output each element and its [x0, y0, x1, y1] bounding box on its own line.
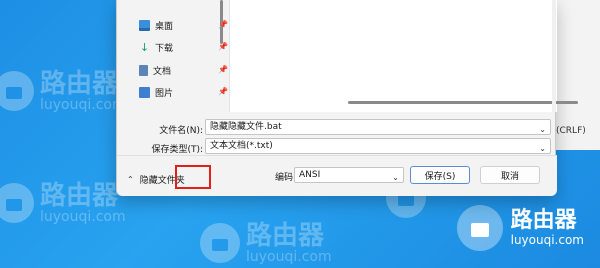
file-type-value: 文本文档(*.txt) [210, 141, 273, 151]
sidebar-item-label: 桌面 [155, 21, 174, 32]
watermark-site: luyouqi.com [40, 97, 126, 113]
navigation-pane: 桌面 📌 ↓ 下载 📌 文档 📌 图片 📌 [117, 0, 229, 112]
encoding-highlight-box [175, 165, 211, 189]
watermark-lock-icon [200, 223, 240, 263]
file-type-select[interactable]: 文本文档(*.txt) ⌄ [205, 138, 551, 154]
picture-icon [139, 86, 150, 98]
chevron-down-icon[interactable]: ⌄ [392, 171, 399, 185]
pin-icon: 📌 [218, 20, 228, 29]
sidebar-item-label: 文档 [153, 66, 172, 77]
pin-icon: 📌 [218, 65, 228, 74]
filename-input[interactable]: 隐藏隐藏文件.bat ⌄ [205, 119, 551, 135]
cancel-button[interactable]: 取消 [480, 166, 540, 184]
encoding-value: ANSI [299, 170, 321, 180]
document-icon [139, 64, 148, 76]
vertical-scrollbar[interactable] [552, 0, 556, 112]
sidebar-item-downloads[interactable]: ↓ 下载 📌 [139, 38, 228, 56]
line-ending-status: (CRLF) [556, 126, 586, 136]
file-list[interactable] [229, 0, 578, 112]
desktop-icon [139, 19, 150, 31]
download-icon: ↓ [139, 40, 150, 54]
pin-icon: 📌 [218, 42, 228, 51]
chevron-up-icon: ⌃ [127, 175, 134, 184]
file-type-label: 保存类型(T): [151, 145, 203, 155]
sidebar-item-label: 下载 [155, 43, 174, 54]
encoding-label: 编码: [275, 173, 297, 183]
sidebar-item-desktop[interactable]: 桌面 📌 [139, 16, 228, 34]
filename-label: 文件名(N): [159, 126, 203, 136]
chevron-down-icon[interactable]: ⌄ [539, 123, 546, 137]
pin-icon: 📌 [218, 87, 228, 96]
sidebar-item-pictures[interactable]: 图片 📌 [139, 83, 228, 101]
watermark-brand: 路由器 [40, 69, 119, 99]
save-button[interactable]: 保存(S) [410, 166, 470, 184]
watermark-site: luyouqi.com [246, 249, 332, 265]
filename-value: 隐藏隐藏文件.bat [210, 122, 282, 132]
watermark-brand: 路由器 [510, 208, 577, 233]
chevron-down-icon[interactable]: ⌄ [539, 142, 546, 156]
watermark: 路由器 luyouqi.com [200, 222, 332, 264]
watermark: 路由器 luyouqi.com [0, 70, 126, 112]
sidebar-item-documents[interactable]: 文档 📌 [139, 61, 228, 79]
watermark-brand: 路由器 [246, 221, 325, 251]
watermark-main: 路由器 luyouqi.com [456, 205, 584, 251]
watermark: 路由器 luyouqi.com [0, 182, 126, 224]
watermark-lock-icon [0, 183, 34, 223]
encoding-select[interactable]: ANSI ⌄ [294, 167, 404, 183]
watermark-lock-icon [0, 71, 34, 111]
watermark-site: luyouqi.com [510, 233, 584, 247]
horizontal-scrollbar[interactable] [348, 101, 578, 104]
watermark-site: luyouqi.com [40, 209, 126, 225]
sidebar-item-label: 图片 [155, 88, 174, 99]
watermark-lock-icon [456, 205, 503, 251]
watermark-brand: 路由器 [40, 181, 119, 211]
